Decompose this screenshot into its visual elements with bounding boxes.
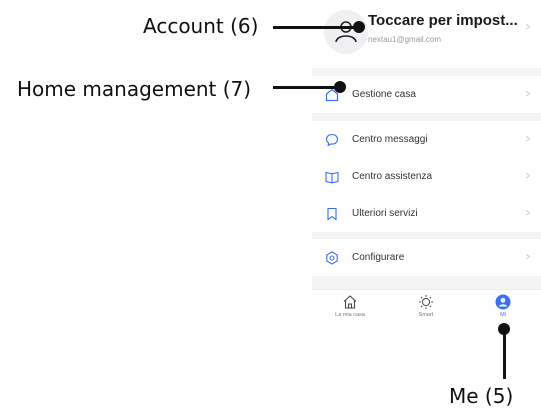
- menu-item-help-center[interactable]: Centro assistenza >: [312, 158, 541, 195]
- annotation-me: Me (5): [449, 384, 514, 408]
- app-screen: Toccare per impost... nextau1@gmail.com …: [312, 0, 541, 326]
- account-email: nextau1@gmail.com: [368, 35, 442, 44]
- menu-item-label: Centro messaggi: [352, 134, 428, 145]
- annotation-leader-line: [503, 329, 506, 379]
- tab-me[interactable]: Mi: [473, 294, 533, 318]
- menu-item-more-services[interactable]: Ulteriori servizi >: [312, 195, 541, 232]
- menu-item-home-management[interactable]: Gestione casa >: [312, 76, 541, 113]
- bottom-tab-bar: La mia casa Smart Mi: [312, 289, 541, 326]
- menu-item-label: Gestione casa: [352, 89, 416, 100]
- bookmark-icon: [327, 207, 337, 221]
- annotation-home-management: Home management (7): [17, 77, 252, 101]
- chevron-right-icon: >: [526, 22, 531, 33]
- annotation-leader-line: [273, 86, 340, 89]
- chevron-right-icon: >: [526, 171, 531, 182]
- menu-group-home: Gestione casa >: [312, 76, 541, 113]
- profile-icon: [495, 294, 511, 310]
- chevron-right-icon: >: [526, 89, 531, 100]
- chat-bubble-icon: [325, 133, 339, 147]
- book-icon: [325, 171, 339, 184]
- annotation-dot: [334, 81, 346, 93]
- menu-group-settings: Configurare >: [312, 239, 541, 276]
- menu-item-label: Configurare: [352, 252, 405, 263]
- tab-label: Smart: [418, 312, 434, 318]
- settings-hex-icon: [326, 251, 338, 265]
- tab-label: Mi: [500, 312, 506, 318]
- menu-item-label: Ulteriori servizi: [352, 208, 418, 219]
- home-icon: [343, 295, 357, 309]
- menu-item-message-center[interactable]: Centro messaggi >: [312, 121, 541, 158]
- account-name[interactable]: Toccare per impost...: [368, 12, 518, 29]
- annotation-account: Account (6): [143, 14, 259, 38]
- menu-item-settings[interactable]: Configurare >: [312, 239, 541, 276]
- account-header[interactable]: Toccare per impost... nextau1@gmail.com …: [312, 0, 541, 68]
- tab-home[interactable]: La mia casa: [320, 294, 380, 318]
- annotation-leader-line: [273, 26, 361, 29]
- smart-sun-icon: [419, 295, 433, 309]
- chevron-right-icon: >: [526, 208, 531, 219]
- chevron-right-icon: >: [526, 252, 531, 263]
- chevron-right-icon: >: [526, 134, 531, 145]
- menu-group-main: Centro messaggi > Centro assistenza > Ul…: [312, 121, 541, 232]
- menu-item-label: Centro assistenza: [352, 171, 433, 182]
- annotation-dot: [353, 21, 365, 33]
- tab-smart[interactable]: Smart: [396, 294, 456, 318]
- tab-label: La mia casa: [335, 312, 365, 318]
